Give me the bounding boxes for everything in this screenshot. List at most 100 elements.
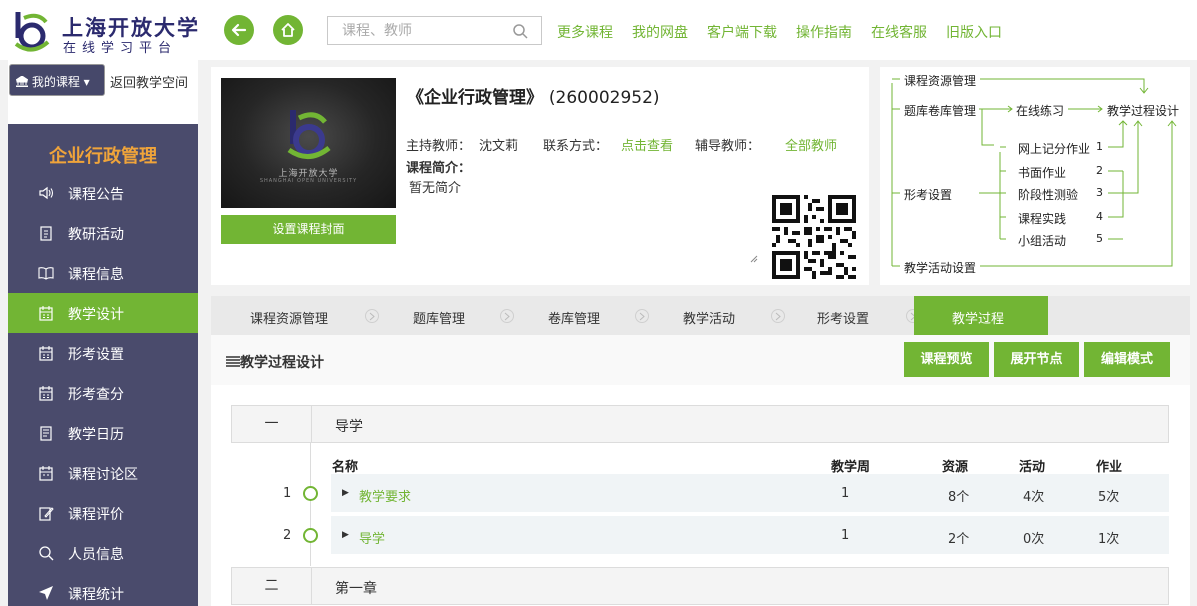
calendar-icon (39, 466, 53, 481)
sidebar-item-evaluation[interactable]: 课程评价 (8, 493, 198, 533)
home-icon (281, 23, 295, 37)
nav-guide[interactable]: 操作指南 (796, 22, 852, 42)
course-info-card: 上海开放大学 SHANGHAI OPEN UNIVERSITY 设置课程封面 《… (211, 67, 869, 285)
contact-link[interactable]: 点击查看 (621, 135, 673, 154)
sidebar-top: 我的课程 ▾ 返回教学空间 (8, 60, 198, 124)
sidebar-item-label: 形考设置 (68, 347, 124, 363)
flow-item-group-activity: 小组活动 (1018, 234, 1067, 248)
intro-text: 暂无简介 (409, 181, 462, 196)
assistant-teacher-label: 辅导教师： (695, 139, 761, 154)
speaker-icon (39, 186, 54, 200)
nav-my-drive[interactable]: 我的网盘 (632, 22, 688, 42)
search-icon (39, 546, 54, 561)
search-input[interactable] (342, 22, 507, 40)
timeline-node (303, 528, 318, 543)
institution-icon (14, 75, 30, 88)
edit-icon (39, 507, 54, 521)
table-row[interactable]: ▶ 导学 1 2个 0次 1次 (331, 516, 1169, 554)
my-course-dropdown[interactable]: 我的课程 ▾ (9, 64, 105, 96)
row-resources: 2个 (948, 532, 970, 547)
table-row[interactable]: ▶ 教学要求 1 8个 4次 5次 (331, 474, 1169, 512)
sidebar-item-course-info[interactable]: 课程信息 (8, 253, 198, 293)
sidebar-item-discussion[interactable]: 课程讨论区 (8, 453, 198, 493)
sidebar: 我的课程 ▾ 返回教学空间 企业行政管理 课程公告 教研活动 课程信息 教学设计… (8, 60, 198, 606)
course-cover: 上海开放大学 SHANGHAI OPEN UNIVERSITY (221, 78, 396, 208)
sidebar-item-label: 课程公告 (68, 187, 124, 203)
expand-triangle-icon[interactable]: ▶ (342, 488, 349, 498)
row-homework: 5次 (1098, 490, 1120, 505)
arrow-left-icon (231, 23, 247, 37)
nav-more-courses[interactable]: 更多课程 (557, 22, 613, 42)
flow-item-num: 2 (1096, 164, 1103, 177)
sidebar-item-label: 教研活动 (68, 227, 124, 243)
chapter-name: 导学 (335, 419, 363, 435)
sidebar-item-label: 课程评价 (68, 507, 124, 523)
sidebar-item-label: 形考查分 (68, 387, 124, 403)
column-header-name: 名称 (332, 460, 359, 475)
logo[interactable]: 上海开放大学 在线学习平台 (10, 8, 200, 56)
nav-old-version[interactable]: 旧版入口 (946, 22, 1002, 42)
course-code: (260002952) (548, 88, 660, 108)
back-button[interactable] (224, 15, 254, 45)
sidebar-item-statistics[interactable]: 课程统计 (8, 573, 198, 606)
search-icon[interactable] (512, 23, 528, 39)
tab-resource-management[interactable]: 课程资源管理 (211, 296, 373, 335)
flow-item-num: 1 (1096, 140, 1103, 153)
column-header-resources: 资源 (942, 460, 969, 475)
tab-assessment-settings[interactable]: 形考设置 (787, 296, 913, 335)
sidebar-item-label: 课程统计 (68, 587, 124, 603)
host-teacher-name: 沈文莉 (479, 139, 519, 154)
sidebar-item-assessment-settings[interactable]: 形考设置 (8, 333, 198, 373)
calendar-icon (39, 306, 53, 321)
home-button[interactable] (273, 15, 303, 45)
tab-paper-bank[interactable]: 卷库管理 (517, 296, 643, 335)
timeline-line (310, 443, 311, 566)
panel-title-wrap: 教学过程设计 (226, 352, 324, 372)
nav-online-service[interactable]: 在线客服 (871, 22, 927, 42)
search-box[interactable] (327, 16, 542, 45)
sidebar-item-label: 课程讨论区 (68, 467, 138, 483)
flow-item-online-homework: 网上记分作业 (1018, 142, 1091, 156)
flow-item-num: 4 (1096, 210, 1103, 223)
all-teachers-link[interactable]: 全部教师 (785, 135, 837, 154)
sidebar-item-assessment-scores[interactable]: 形考查分 (8, 373, 198, 413)
caret-down-icon: ▾ (83, 75, 90, 89)
clipboard-icon (40, 226, 52, 241)
tab-teaching-process[interactable]: 教学过程 (914, 296, 1048, 335)
row-index: 1 (283, 486, 292, 501)
tab-teaching-activities[interactable]: 教学活动 (652, 296, 778, 335)
sidebar-item-people[interactable]: 人员信息 (8, 533, 198, 573)
column-header-week: 教学周 (831, 460, 871, 475)
chapter-row[interactable]: 二 第一章 (231, 567, 1169, 605)
panel-title: 教学过程设计 (240, 355, 324, 371)
expand-nodes-button[interactable]: 展开节点 (994, 342, 1079, 377)
tab-question-bank[interactable]: 题库管理 (381, 296, 509, 335)
resize-handle-icon[interactable] (748, 253, 758, 263)
flow-item-practice: 课程实践 (1018, 212, 1067, 226)
chevron-right-icon (500, 309, 514, 323)
row-homework: 1次 (1098, 532, 1120, 547)
tab-label: 题库管理 (413, 312, 466, 327)
expand-triangle-icon[interactable]: ▶ (342, 530, 349, 540)
book-icon (38, 267, 54, 280)
row-name[interactable]: 导学 (359, 528, 385, 547)
sidebar-item-teaching-calendar[interactable]: 教学日历 (8, 413, 198, 453)
sidebar-item-announcements[interactable]: 课程公告 (8, 173, 198, 213)
top-bar: 上海开放大学 在线学习平台 更多课程 我的网盘 客户端下载 操作指南 在线客服 … (0, 0, 1197, 60)
back-to-teaching-space[interactable]: 返回教学空间 (110, 72, 188, 91)
row-week: 1 (841, 528, 850, 543)
sidebar-item-teaching-design[interactable]: 教学设计 (8, 293, 198, 333)
send-icon (39, 586, 53, 600)
course-preview-button[interactable]: 课程预览 (904, 342, 989, 377)
column-header-homework: 作业 (1096, 460, 1123, 475)
row-activities: 4次 (1023, 490, 1045, 505)
course-title-text: 《企业行政管理》 (407, 88, 543, 108)
nav-client-download[interactable]: 客户端下载 (707, 22, 777, 42)
set-cover-button[interactable]: 设置课程封面 (221, 215, 396, 244)
chapter-row[interactable]: 一 导学 (231, 405, 1169, 443)
logo-subtitle: 在线学习平台 (63, 41, 178, 56)
flow-item-written-homework: 书面作业 (1018, 166, 1067, 180)
sidebar-item-research[interactable]: 教研活动 (8, 213, 198, 253)
edit-mode-button[interactable]: 编辑模式 (1084, 342, 1170, 377)
row-name[interactable]: 教学要求 (359, 486, 411, 505)
